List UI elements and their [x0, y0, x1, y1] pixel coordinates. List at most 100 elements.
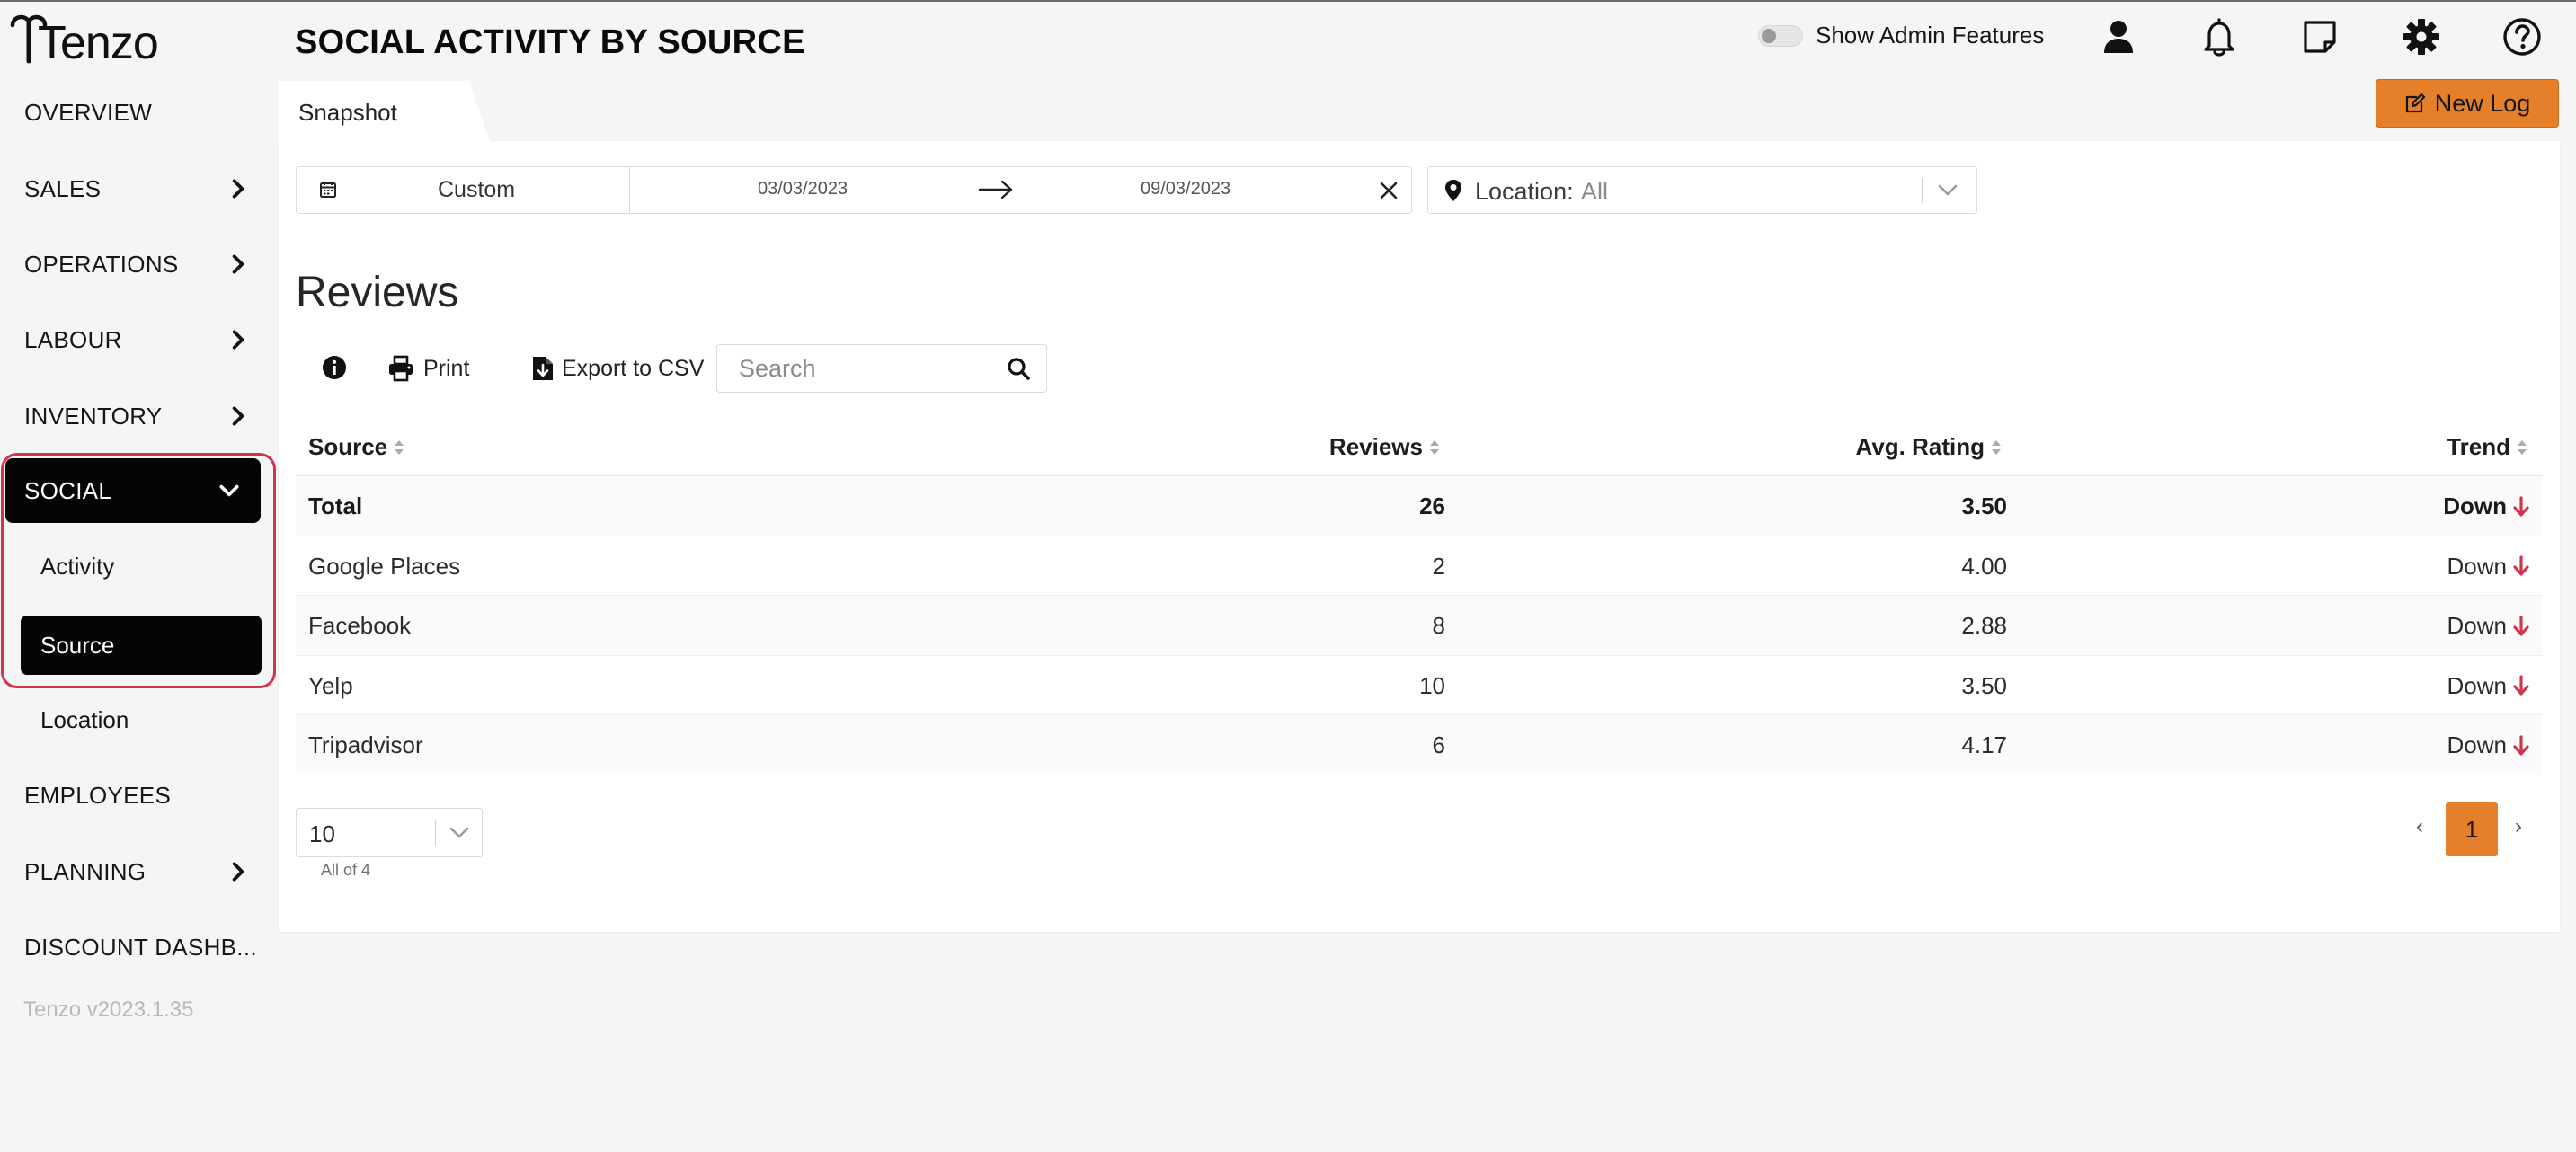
toggle-knob [1762, 29, 1776, 43]
column-header-avg-rating[interactable]: Avg. Rating [1856, 433, 2003, 461]
cell-reviews: 6 [1432, 731, 1445, 758]
sidebar-item-employees[interactable]: EMPLOYEES [0, 761, 270, 829]
sort-icon [1992, 439, 2001, 455]
edit-icon [2405, 93, 2425, 113]
column-header-reviews[interactable]: Reviews [1329, 433, 1441, 461]
cell-source: Yelp [308, 671, 353, 699]
user-icon[interactable] [2097, 15, 2140, 58]
search-input[interactable] [717, 345, 996, 392]
column-header-trend[interactable]: Trend [2447, 433, 2528, 461]
cell-avg-rating: 4.00 [1961, 552, 2007, 580]
table-row[interactable]: Tripadvisor 6 4.17 Down [296, 715, 2543, 775]
trend-label: Down [2443, 492, 2507, 519]
sidebar-item-planning[interactable]: PLANNING [0, 837, 270, 906]
cell-reviews: 8 [1432, 612, 1445, 639]
close-icon[interactable] [1377, 179, 1400, 202]
sidebar-subitem-label: Location [40, 705, 129, 733]
cell-avg-rating: 4.17 [1961, 731, 2007, 758]
cell-trend: Down [2443, 492, 2530, 520]
chevron-down-icon [1938, 184, 1958, 196]
sidebar-subitem-label: Activity [40, 552, 115, 580]
tab-label: Snapshot [298, 99, 397, 126]
sidebar-item-label: DISCOUNT DASHB... [24, 933, 257, 961]
chevron-right-icon [227, 860, 250, 883]
column-header-label: Trend [2447, 433, 2510, 460]
bell-icon[interactable] [2198, 15, 2241, 58]
pagination-prev[interactable]: ‹ [2416, 814, 2423, 839]
arrow-down-icon [2513, 675, 2529, 696]
sidebar-item-label: INVENTORY [24, 402, 163, 430]
help-icon[interactable] [2500, 15, 2544, 58]
arrow-down-icon [2513, 734, 2529, 756]
export-csv-button[interactable]: Export to CSV [531, 352, 704, 385]
location-select[interactable]: Location: All [1427, 166, 1977, 214]
sidebar-item-labour[interactable]: LABOUR [0, 306, 270, 374]
print-label: Print [423, 355, 470, 381]
printer-icon [389, 355, 413, 382]
arrow-right-icon [978, 180, 1013, 199]
row-count-label: All of 4 [321, 861, 371, 879]
search-icon[interactable] [1007, 357, 1030, 380]
select-separator [435, 820, 436, 846]
sidebar-item-label: EMPLOYEES [24, 781, 172, 809]
trend-label: Down [2447, 671, 2507, 699]
print-button[interactable]: Print [387, 352, 469, 385]
sort-icon [2518, 439, 2527, 455]
sidebar-subitem-location[interactable]: Location [40, 693, 129, 747]
column-header-label: Reviews [1328, 433, 1423, 460]
column-header-label: Source [308, 433, 388, 460]
trend-label: Down [2447, 731, 2507, 758]
sidebar-item-label: LABOUR [24, 325, 122, 353]
table-row-total[interactable]: Total 26 3.50 Down [296, 476, 2543, 536]
page-size-select[interactable]: 10 [296, 808, 483, 857]
chevron-right-icon [227, 177, 250, 200]
arrow-down-icon [2513, 495, 2529, 517]
sidebar-item-label: PLANNING [24, 857, 147, 885]
new-log-button[interactable]: New Log [2376, 79, 2559, 128]
table-search [716, 344, 1047, 393]
chevron-right-icon [227, 328, 250, 351]
trend-label: Down [2447, 612, 2507, 639]
cell-avg-rating: 2.88 [1961, 612, 2007, 639]
pagination-page-1[interactable]: 1 [2446, 802, 2498, 856]
sidebar-item-discount-dashboard[interactable]: DISCOUNT DASHB... [0, 913, 270, 981]
pagination-next[interactable]: › [2515, 814, 2522, 839]
cell-trend: Down [2447, 553, 2530, 580]
date-end-input[interactable]: 09/03/2023 [1141, 179, 1230, 199]
gear-icon[interactable] [2400, 15, 2443, 58]
location-label: Location: [1475, 178, 1574, 205]
date-preset-select[interactable]: Custom [297, 167, 630, 213]
sidebar-item-social[interactable]: SOCIAL [5, 458, 261, 523]
table-row[interactable]: Facebook 8 2.88 Down [296, 596, 2543, 656]
sidebar-item-sales[interactable]: SALES [0, 155, 270, 223]
sidebar-subitem-source[interactable]: Source [21, 616, 262, 675]
trend-label: Down [2447, 552, 2507, 580]
table-row[interactable]: Google Places 2 4.00 Down [296, 536, 2543, 596]
app-version: Tenzo v2023.1.35 [23, 997, 194, 1022]
tenzo-logo[interactable]: Tenzo [7, 13, 165, 69]
sidebar-item-operations[interactable]: OPERATIONS [0, 230, 270, 298]
admin-features-toggle[interactable] [1758, 25, 1803, 47]
arrow-down-icon [2513, 555, 2529, 576]
sidebar-item-overview[interactable]: OVERVIEW [0, 78, 270, 146]
date-preset-label: Custom [438, 177, 516, 202]
sidebar-subitem-activity[interactable]: Activity [40, 539, 114, 593]
table-row[interactable]: Yelp 10 3.50 Down [296, 656, 2543, 715]
tab-snapshot[interactable]: Snapshot [279, 81, 491, 144]
column-header-source[interactable]: Source [308, 433, 405, 461]
sidebar-item-label: OPERATIONS [24, 250, 179, 278]
note-icon[interactable] [2298, 15, 2341, 58]
calendar-icon [320, 182, 336, 198]
info-icon[interactable] [322, 355, 347, 380]
location-value: All [1581, 178, 1609, 205]
page-title: SOCIAL ACTIVITY BY SOURCE [295, 23, 805, 61]
cell-reviews: 10 [1419, 671, 1445, 699]
sidebar-item-inventory[interactable]: INVENTORY [0, 382, 270, 450]
cell-trend: Down [2447, 731, 2530, 759]
cell-trend: Down [2447, 672, 2530, 700]
date-start-input[interactable]: 03/03/2023 [758, 179, 848, 199]
chevron-down-icon [449, 827, 469, 838]
cell-avg-rating: 3.50 [1961, 492, 2007, 519]
sidebar-item-label: SALES [24, 174, 102, 202]
reviews-table: Source Reviews Avg. Rating Trend Total 2… [296, 419, 2543, 775]
